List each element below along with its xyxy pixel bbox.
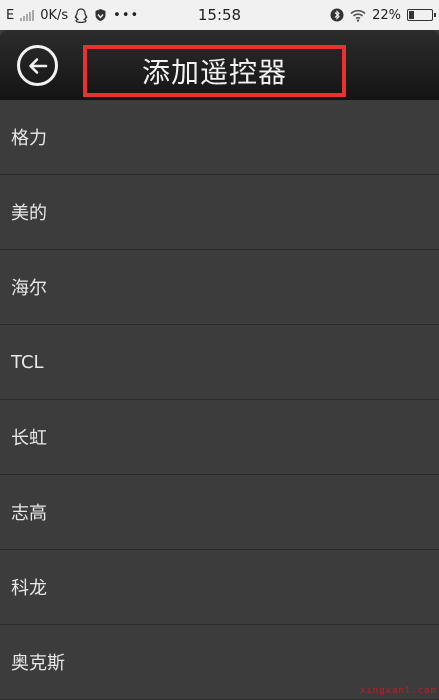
shield-icon: [95, 9, 106, 21]
wifi-icon: [350, 9, 366, 22]
signal-icon: [20, 9, 35, 21]
brand-list-item[interactable]: 格力: [0, 100, 439, 175]
page-title: 添加遥控器: [141, 56, 287, 89]
brand-list-item[interactable]: TCL: [0, 325, 439, 400]
status-bar: E 0K/s ••• 15:58 22%: [0, 0, 439, 30]
qq-icon: [74, 7, 88, 23]
brand-list-item[interactable]: 美的: [0, 175, 439, 250]
battery-percent: 22%: [372, 7, 401, 23]
brand-list-item[interactable]: 海尔: [0, 250, 439, 325]
brand-list: 格力 美的 海尔 TCL 长虹 志高 科龙 奥克斯: [0, 100, 439, 700]
watermark: xingxanl.com: [359, 686, 437, 696]
brand-list-item[interactable]: 科龙: [0, 550, 439, 625]
carrier-label: E: [6, 7, 15, 23]
back-button[interactable]: [17, 45, 58, 86]
title-bar: 添加遥控器: [0, 30, 439, 100]
back-arrow-icon: [28, 57, 47, 74]
more-dots-icon: •••: [113, 7, 140, 23]
brand-list-item[interactable]: 长虹: [0, 400, 439, 475]
network-speed: 0K/s: [40, 7, 69, 23]
battery-icon: [407, 9, 436, 21]
bluetooth-icon: [330, 8, 344, 22]
status-time: 15:58: [197, 6, 242, 24]
brand-list-item[interactable]: 志高: [0, 475, 439, 550]
